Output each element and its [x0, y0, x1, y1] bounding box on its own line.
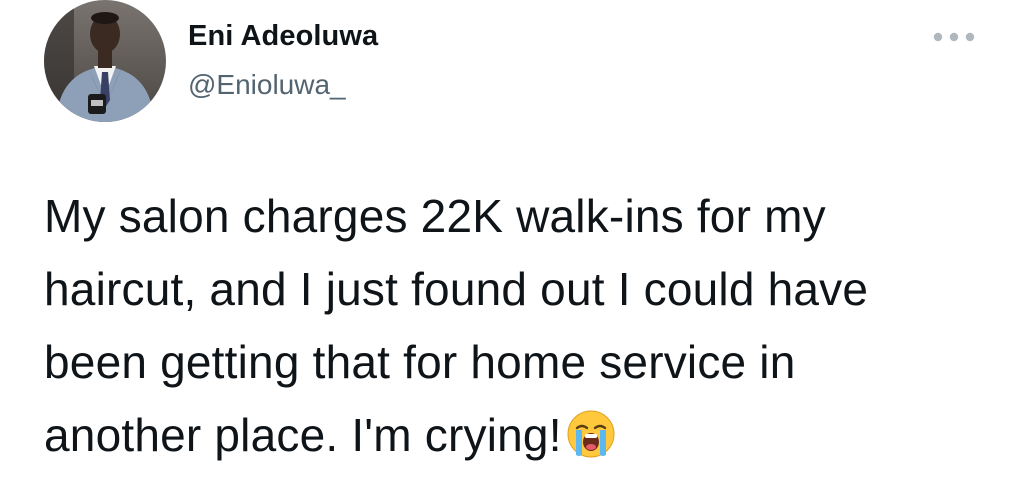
tweet-text-line: been getting that for home service in: [44, 336, 796, 388]
author-display-name[interactable]: Eni Adeoluwa: [188, 20, 378, 53]
tweet-text: My salon charges 22K walk-ins for my hai…: [44, 180, 994, 472]
tweet-text-line: another place. I'm crying!: [44, 409, 562, 461]
tweet-text-line: haircut, and I just found out I could ha…: [44, 263, 869, 315]
avatar-image: [44, 0, 166, 122]
avatar[interactable]: [44, 0, 166, 122]
tweet-text-last-line: another place. I'm crying!: [44, 399, 994, 472]
more-options-button[interactable]: [930, 24, 978, 50]
loudly-crying-face-icon: [566, 409, 616, 459]
more-options-icon: [933, 32, 975, 42]
tweet-card: Eni Adeoluwa @Enioluwa_ My salon charges…: [0, 0, 1024, 502]
tweet-text-line: My salon charges 22K walk-ins for my: [44, 190, 826, 242]
author-handle[interactable]: @Enioluwa_: [188, 69, 346, 101]
